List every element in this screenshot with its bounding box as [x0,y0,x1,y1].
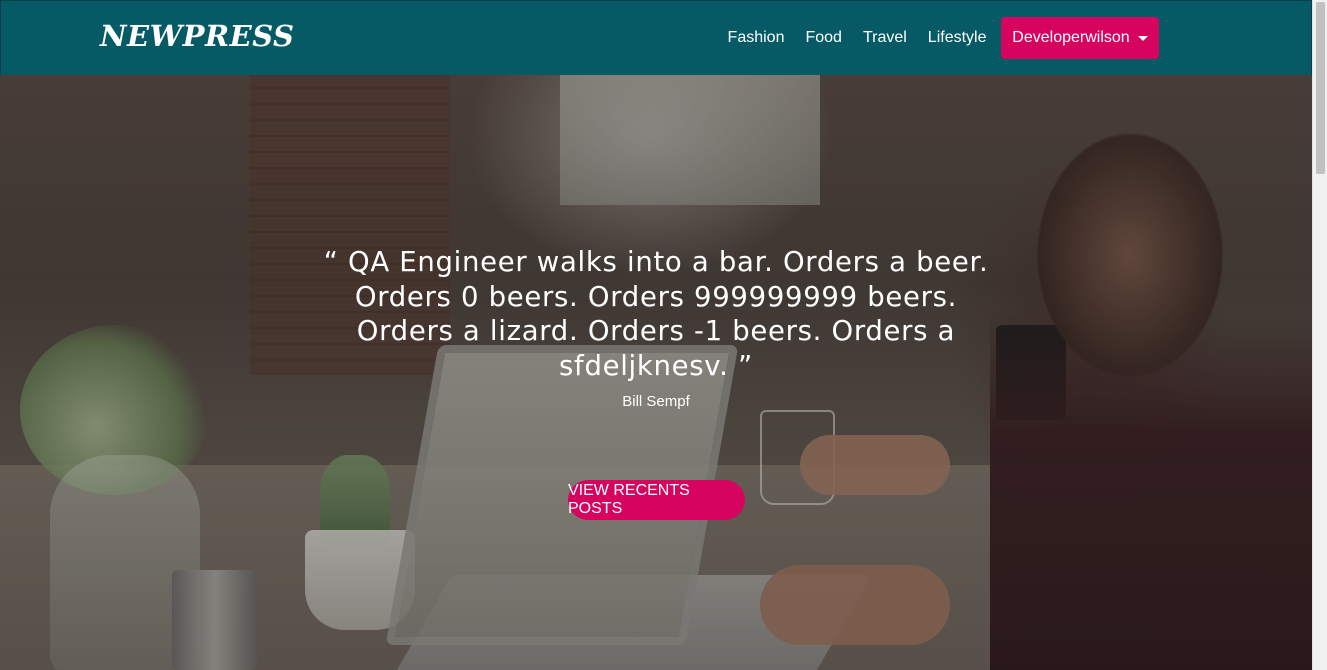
quote-author: Bill Sempf [622,393,690,410]
scrollbar-thumb[interactable] [1316,2,1325,174]
quote-line: Orders a lizard. Orders -1 beers. Orders… [356,315,956,347]
nav-menu: Fashion Food Travel Lifestyle Developerw… [717,17,1159,59]
nav-link-travel[interactable]: Travel [852,17,917,59]
hero-quote: “ QA Engineer walks into a bar. Orders a… [306,245,1006,383]
user-menu-label: Developerwilson [1012,29,1130,46]
nav-link-food[interactable]: Food [795,17,852,59]
chevron-down-icon [1137,35,1148,41]
nav-link-lifestyle[interactable]: Lifestyle [917,17,997,59]
quote-line: Orders 0 beers. Orders 999999999 beers. [354,280,958,313]
hero-section: “ QA Engineer walks into a bar. Orders a… [0,75,1312,670]
top-navbar: NEWPRESS Fashion Food Travel Lifestyle D… [0,0,1312,75]
user-menu-dropdown[interactable]: Developerwilson [1001,17,1159,59]
nav-link-fashion[interactable]: Fashion [717,17,795,59]
brand-logo[interactable]: NEWPRESS [100,19,294,53]
quote-line: “ QA Engineer walks into a bar. Orders a… [323,246,989,278]
vertical-scrollbar[interactable] [1312,0,1327,670]
quote-line: sfdeljknesv. ” [559,349,753,382]
view-recent-posts-button[interactable]: VIEW RECENTS POSTS [568,480,745,520]
